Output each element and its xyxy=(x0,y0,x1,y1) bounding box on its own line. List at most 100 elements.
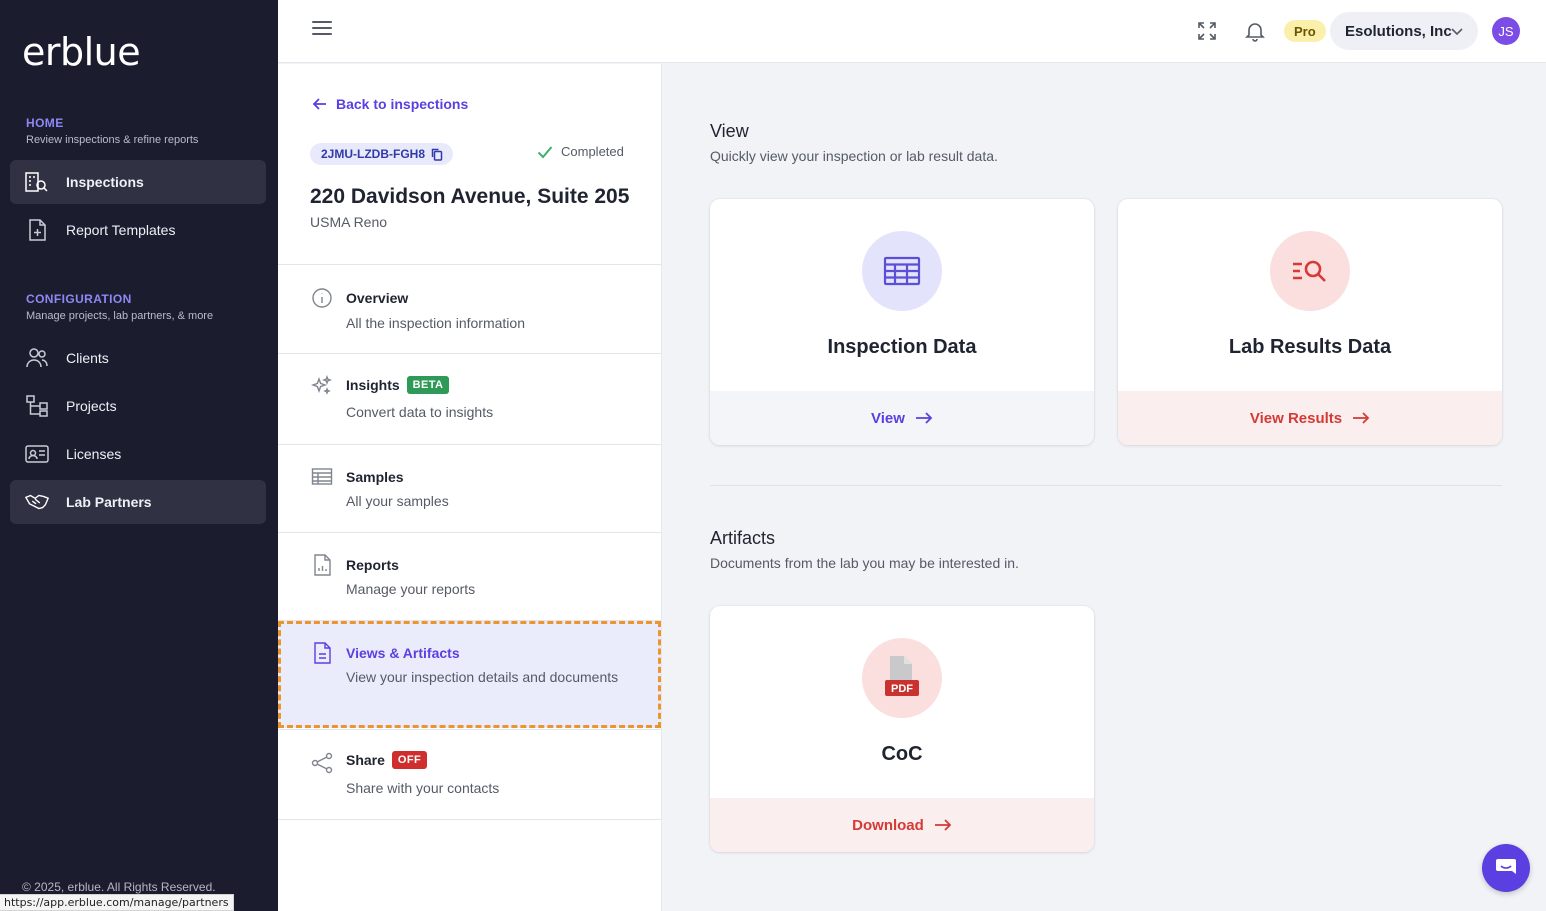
list-search-icon xyxy=(1270,231,1350,311)
arrow-right-icon xyxy=(915,412,933,424)
sidebar-item-clients[interactable]: Clients xyxy=(10,336,266,380)
bell-icon[interactable] xyxy=(1243,19,1267,43)
chevron-down-icon xyxy=(1450,24,1464,42)
sidebar-item-label: Projects xyxy=(66,398,117,414)
menu-item-subtitle: View your inspection details and documen… xyxy=(346,669,619,685)
sidebar-item-label: Licenses xyxy=(66,446,122,462)
inspection-data-card: Inspection Data View xyxy=(710,199,1094,445)
artifacts-section-title: Artifacts xyxy=(710,528,776,548)
menu-item-subtitle: All your samples xyxy=(346,493,449,509)
home-subheading: Review inspections & refine reports xyxy=(26,134,199,146)
sidebar-item-label: Clients xyxy=(66,350,109,366)
configuration-section: CONFIGURATION Manage projects, lab partn… xyxy=(26,292,213,322)
view-inspection-data-button[interactable]: View xyxy=(710,391,1094,445)
inspection-location: USMA Reno xyxy=(310,214,388,230)
sidebar-item-inspections[interactable]: Inspections xyxy=(10,160,266,204)
sidebar-item-projects[interactable]: Projects xyxy=(10,384,266,428)
pdf-file-icon: PDF xyxy=(862,638,942,718)
plan-badge: Pro xyxy=(1284,20,1326,42)
hierarchy-icon xyxy=(24,393,50,419)
users-icon xyxy=(24,345,50,371)
divider xyxy=(278,819,661,820)
report-file-icon xyxy=(311,553,333,576)
menu-item-share[interactable]: Share OFF Share with your contacts xyxy=(278,730,661,819)
main-content: View Quickly view your inspection or lab… xyxy=(662,64,1546,911)
handshake-icon xyxy=(24,489,50,515)
download-coc-button[interactable]: Download xyxy=(710,798,1094,852)
card-title: CoC xyxy=(881,743,923,765)
avatar[interactable]: JS xyxy=(1492,17,1520,45)
inspection-address: 220 Davidson Avenue, Suite 205 xyxy=(310,185,630,208)
menu-item-subtitle: All the inspection information xyxy=(346,315,525,331)
menu-item-title: Share OFF xyxy=(346,751,428,769)
inspection-id: 2JMU-LZDB-FGH8 xyxy=(321,147,425,161)
chat-support-button[interactable] xyxy=(1482,844,1530,892)
arrow-right-icon xyxy=(934,819,952,831)
menu-item-subtitle: Convert data to insights xyxy=(346,404,494,420)
menu-item-overview[interactable]: Overview All the inspection information xyxy=(278,265,661,353)
menu-item-title: Samples xyxy=(346,469,404,485)
menu-item-subtitle: Manage your reports xyxy=(346,581,476,597)
artifacts-section-subtitle: Documents from the lab you may be intere… xyxy=(710,555,1019,571)
file-plus-icon xyxy=(24,217,50,243)
back-to-inspections-link[interactable]: Back to inspections xyxy=(312,96,468,112)
copyright: © 2025, erblue. All Rights Reserved. xyxy=(22,880,216,894)
arrow-right-icon xyxy=(1353,412,1370,424)
fullscreen-icon[interactable] xyxy=(1195,19,1219,43)
card-action-label: View Results xyxy=(1249,409,1343,427)
lab-results-data-card: Lab Results Data View Results xyxy=(1118,199,1502,445)
organization-name: Esolutions, Inc xyxy=(1345,22,1452,40)
sidebar-item-licenses[interactable]: Licenses xyxy=(10,432,266,476)
view-section-title: View xyxy=(710,121,749,141)
organization-select[interactable]: Esolutions, Inc xyxy=(1330,12,1478,50)
card-title: Inspection Data xyxy=(827,336,977,358)
menu-item-title-text: Insights xyxy=(346,377,400,393)
info-icon xyxy=(311,287,333,309)
menu-item-samples[interactable]: Samples All your samples xyxy=(278,445,661,532)
card-title: Lab Results Data xyxy=(1228,336,1392,358)
home-heading: HOME xyxy=(26,116,64,130)
configuration-heading: CONFIGURATION xyxy=(26,292,132,306)
view-results-button[interactable]: View Results xyxy=(1118,391,1502,445)
menu-item-title: Insights BETA xyxy=(346,376,450,394)
status-label: Completed xyxy=(561,144,624,159)
table-icon xyxy=(862,231,942,311)
sidebar-item-lab-partners[interactable]: Lab Partners xyxy=(10,480,266,524)
status-completed: Completed xyxy=(537,144,624,159)
share-icon xyxy=(311,752,333,774)
card-action-label: Download xyxy=(852,816,924,834)
section-divider xyxy=(710,485,1502,486)
view-section-subtitle: Quickly view your inspection or lab resu… xyxy=(710,148,998,164)
menu-item-views-artifacts[interactable]: Views & Artifacts View your inspection d… xyxy=(278,621,661,728)
document-icon xyxy=(311,641,333,664)
coc-card: PDF CoC Download xyxy=(710,606,1094,852)
sidebar: erblue HOME Review inspections & refine … xyxy=(0,0,278,911)
menu-item-title-text: Share xyxy=(346,752,385,768)
beta-badge: BETA xyxy=(406,376,450,394)
menu-item-insights[interactable]: Insights BETA Convert data to insights xyxy=(278,354,661,444)
home-section: HOME Review inspections & refine reports xyxy=(26,116,198,146)
configuration-subheading: Manage projects, lab partners, & more xyxy=(26,310,214,322)
pdf-label: PDF xyxy=(891,683,913,695)
menu-item-reports[interactable]: Reports Manage your reports xyxy=(278,533,661,620)
sidebar-item-label: Inspections xyxy=(66,174,144,190)
sidebar-item-label: Lab Partners xyxy=(66,494,152,510)
off-badge: OFF xyxy=(391,751,428,769)
building-search-icon xyxy=(24,169,50,195)
menu-icon[interactable] xyxy=(312,21,332,41)
table-icon xyxy=(311,466,333,488)
sidebar-item-report-templates[interactable]: Report Templates xyxy=(10,208,266,252)
menu-item-title: Views & Artifacts xyxy=(346,645,460,661)
erblue-logo[interactable]: erblue xyxy=(22,30,141,74)
sparkles-icon xyxy=(310,374,333,397)
arrow-left-icon xyxy=(312,98,326,110)
check-icon xyxy=(537,145,553,158)
chat-icon xyxy=(1496,859,1516,874)
inspection-id-chip[interactable]: 2JMU-LZDB-FGH8 xyxy=(310,143,453,165)
inspection-panel: Back to inspections 2JMU-LZDB-FGH8 Compl… xyxy=(278,64,662,911)
menu-item-subtitle: Share with your contacts xyxy=(346,780,500,796)
copy-icon xyxy=(431,148,443,161)
sidebar-item-label: Report Templates xyxy=(66,222,176,238)
card-action-label: View xyxy=(871,409,905,427)
top-bar: Pro Esolutions, Inc JS xyxy=(278,0,1546,63)
